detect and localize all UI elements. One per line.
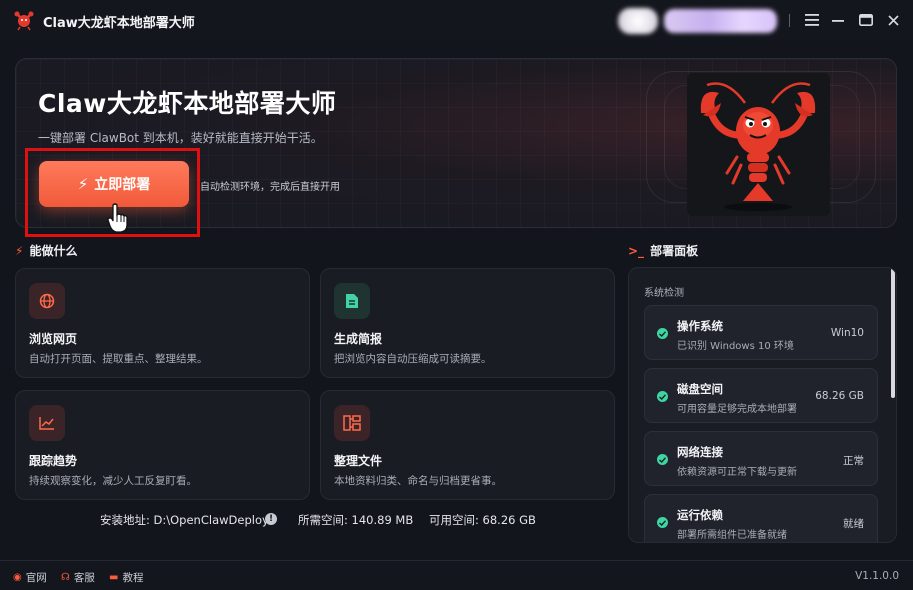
available-space: 可用空间: 68.26 GB — [429, 512, 536, 528]
footer-link-support[interactable]: ☊ 客服 — [61, 570, 95, 585]
check-success-icon — [657, 517, 668, 528]
app-version: V1.1.0.0 — [855, 570, 899, 582]
required-space-value: 140.89 MB — [351, 513, 414, 527]
card-desc: 自动打开页面、提取重点、整理结果。 — [29, 353, 208, 365]
hand-cursor-icon — [107, 203, 128, 233]
install-path-label: 安装地址: — [100, 513, 150, 527]
hamburger-menu-icon — [805, 14, 819, 26]
available-space-value: 68.26 GB — [482, 513, 536, 527]
globe-icon — [29, 283, 65, 319]
check-value: 就绪 — [843, 518, 864, 530]
check-success-icon — [657, 391, 668, 402]
lobster-mascot-icon — [687, 73, 830, 216]
capabilities-title-label: 能做什么 — [29, 244, 78, 258]
card-desc: 持续观察变化，减少人工反复盯看。 — [29, 475, 197, 487]
check-value: Win10 — [830, 327, 864, 339]
trend-chart-icon — [29, 405, 65, 441]
panel-scrollbar[interactable] — [891, 268, 895, 398]
document-icon — [334, 283, 370, 319]
user-avatar[interactable] — [618, 8, 658, 34]
capability-card-browse[interactable]: 浏览网页 自动打开页面、提取重点、整理结果。 — [15, 268, 310, 378]
hero-title: Claw大龙虾本地部署大师 — [38, 89, 337, 118]
check-item-dependencies: 运行依赖 部署所需组件已准备就绪 就绪 — [644, 494, 878, 542]
globe-icon: ◉ — [13, 572, 22, 583]
capability-card-trend[interactable]: 跟踪趋势 持续观察变化，减少人工反复盯看。 — [15, 390, 310, 500]
hero-subtitle: 一键部署 ClawBot 到本机，装好就能直接开始干活。 — [38, 131, 323, 145]
deploy-panel-title-label: 部署面板 — [650, 244, 699, 258]
footer-link-website[interactable]: ◉ 官网 — [13, 570, 47, 585]
footer-link-label: 教程 — [122, 572, 144, 584]
check-desc: 已识别 Windows 10 环境 — [677, 341, 794, 352]
check-title: 操作系统 — [677, 319, 723, 333]
book-icon: ▬ — [109, 572, 119, 583]
check-title: 运行依赖 — [677, 508, 723, 522]
check-item-os: 操作系统 已识别 Windows 10 环境 Win10 — [644, 305, 878, 360]
lightning-icon: ⚡ — [15, 243, 24, 258]
install-path-value: D:\OpenClawDeploy — [153, 513, 269, 527]
available-space-label: 可用空间: — [429, 513, 479, 527]
app-title: Claw大龙虾本地部署大师 — [43, 16, 195, 31]
check-item-disk: 磁盘空间 可用容量足够完成本地部署 68.26 GB — [644, 368, 878, 423]
lobster-mascot-image — [687, 73, 830, 216]
close-icon — [887, 14, 899, 26]
title-bar: Claw大龙虾本地部署大师 — [0, 0, 913, 40]
deploy-panel: 系统检测 操作系统 已识别 Windows 10 环境 Win10 磁盘空间 可… — [628, 267, 897, 543]
card-title: 生成简报 — [334, 332, 383, 346]
check-value: 正常 — [843, 455, 864, 467]
check-value: 68.26 GB — [815, 390, 864, 402]
required-space: 所需空间: 140.89 MB — [298, 512, 413, 528]
maximize-button[interactable] — [856, 10, 876, 30]
check-success-icon — [657, 328, 668, 339]
terminal-prompt-icon: >_ — [628, 243, 645, 258]
lobster-logo-icon — [14, 11, 34, 31]
check-item-network: 网络连接 依赖资源可正常下载与更新 正常 — [644, 431, 878, 486]
check-desc: 部署所需组件已准备就绪 — [677, 530, 787, 541]
check-success-icon — [657, 454, 668, 465]
check-title: 磁盘空间 — [677, 382, 723, 396]
titlebar-divider — [789, 14, 790, 27]
close-button[interactable] — [883, 10, 903, 30]
card-title: 跟踪趋势 — [29, 454, 78, 468]
user-name[interactable] — [664, 9, 777, 33]
capability-card-brief[interactable]: 生成简报 把浏览内容自动压缩成可读摘要。 — [320, 268, 615, 378]
card-title: 浏览网页 — [29, 332, 78, 346]
card-desc: 本地资料归类、命名与归档更省事。 — [334, 475, 502, 487]
maximize-icon — [859, 14, 873, 26]
folder-structure-icon — [334, 405, 370, 441]
minimize-button[interactable] — [828, 10, 848, 30]
system-check-subtitle: 系统检测 — [644, 288, 684, 299]
minimize-icon — [832, 20, 844, 22]
check-desc: 依赖资源可正常下载与更新 — [677, 467, 797, 478]
menu-button[interactable] — [802, 10, 822, 30]
card-title: 整理文件 — [334, 454, 383, 468]
footer-link-tutorial[interactable]: ▬ 教程 — [109, 570, 143, 585]
required-space-label: 所需空间: — [298, 513, 348, 527]
footer-link-label: 官网 — [25, 572, 47, 584]
footer-link-label: 客服 — [73, 572, 95, 584]
info-icon[interactable]: ! — [265, 513, 277, 525]
deploy-hint: 自动检测环境，完成后直接开用 — [200, 182, 340, 193]
card-desc: 把浏览内容自动压缩成可读摘要。 — [334, 353, 492, 365]
footer: ◉ 官网 ☊ 客服 ▬ 教程 V1.1.0.0 — [0, 560, 913, 590]
capabilities-title: ⚡ 能做什么 — [15, 242, 77, 259]
capability-card-files[interactable]: 整理文件 本地资料归类、命名与归档更省事。 — [320, 390, 615, 500]
deploy-panel-title: >_ 部署面板 — [628, 242, 698, 259]
install-path: 安装地址: D:\OpenClawDeploy — [100, 512, 269, 528]
headset-icon: ☊ — [61, 572, 70, 583]
check-desc: 可用容量足够完成本地部署 — [677, 404, 797, 415]
check-title: 网络连接 — [677, 445, 723, 459]
